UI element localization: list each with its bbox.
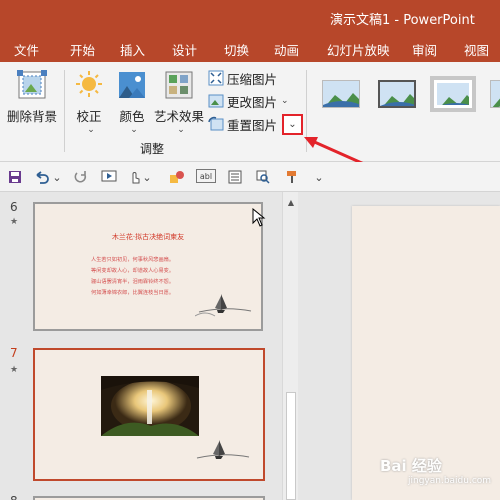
picture-style-preview: [322, 80, 360, 108]
remove-background-icon: [17, 70, 47, 99]
change-picture-label: 更改图片: [227, 94, 278, 110]
reset-picture-button[interactable]: 重置图片: [208, 114, 277, 134]
reset-picture-icon: [208, 116, 224, 131]
picture-style-preview: [490, 80, 500, 108]
poem-line: 等闲变却故人心，却道故人心易变。: [91, 268, 175, 274]
ribbon-picture-format: 删除背景 校正 ⌄ 颜色 ⌄ 艺术效果 ⌄ 压缩图片 更改图片 ⌄ 重置图片 调…: [0, 62, 500, 162]
mountain-icon: [491, 81, 500, 107]
poem-line: 何如薄幸锦衣郎，比翼连枝当日愿。: [91, 290, 175, 296]
compress-icon: [208, 70, 224, 86]
poem-line: 人生若只如初见，何事秋风悲画扇。: [91, 257, 175, 263]
slide-star-icon: ★: [10, 217, 19, 227]
slide-number: 7: [10, 346, 18, 360]
mouse-cursor-icon: [252, 208, 266, 227]
picture-style-preview: [434, 80, 472, 108]
slide-editor: [300, 192, 500, 500]
artistic-effects-button[interactable]: 艺术效果 ⌄: [152, 68, 206, 135]
window-title: 演示文稿1 - PowerPoint: [330, 13, 475, 28]
format-painter-icon[interactable]: [284, 169, 302, 185]
poem-line: 骊山语罢清宵半，泪雨霖铃终不怨。: [91, 279, 175, 285]
textbox-icon[interactable]: abl: [196, 169, 216, 183]
title-bar: 演示文稿1 - PowerPoint: [0, 0, 500, 34]
color-icon: [119, 72, 145, 98]
chevron-down-icon: ⌄: [177, 125, 185, 135]
chevron-down-icon: ⌄: [281, 96, 289, 106]
compress-pictures-button[interactable]: 压缩图片: [208, 68, 277, 88]
customize-toolbar-chevron-icon[interactable]: ⌄: [314, 169, 324, 185]
ink-boat-painting: [195, 294, 252, 317]
picture-style-4[interactable]: [486, 76, 500, 112]
change-picture-button[interactable]: 更改图片 ⌄: [208, 91, 289, 111]
scrollbar-thumb[interactable]: [286, 392, 296, 500]
poem-title: 木兰花·拟古决绝词柬友: [111, 233, 185, 241]
change-picture-icon: [208, 94, 224, 108]
compress-pictures-label: 压缩图片: [227, 71, 278, 87]
mountain-icon: [437, 83, 469, 105]
tab-animations[interactable]: 动画: [274, 40, 299, 59]
group-label-adjust: 调整: [140, 142, 165, 156]
remove-background-button[interactable]: 删除背景: [6, 68, 58, 125]
save-icon[interactable]: [6, 169, 24, 185]
artistic-effects-label: 艺术效果: [153, 109, 204, 124]
slide-thumbnail-8[interactable]: [33, 496, 265, 500]
tab-design[interactable]: 设计: [172, 40, 197, 59]
undo-icon[interactable]: [32, 169, 50, 185]
quick-access-toolbar: ⌄ ⌄ abl ⌄: [0, 162, 500, 192]
slideshow-icon[interactable]: [100, 169, 118, 185]
find-icon[interactable]: [254, 169, 272, 185]
layout-icon[interactable]: [226, 169, 244, 185]
scroll-up-arrow-icon[interactable]: ▲: [285, 196, 297, 208]
sun-icon: [76, 71, 102, 97]
tab-slideshow[interactable]: 幻灯片放映: [327, 40, 390, 59]
tab-transitions[interactable]: 切换: [224, 40, 249, 59]
mountain-icon: [380, 82, 414, 106]
remove-background-label: 删除背景: [6, 109, 57, 124]
color-button[interactable]: 颜色 ⌄: [114, 68, 150, 135]
undo-dropdown-chevron-icon[interactable]: ⌄: [52, 169, 62, 185]
thumbnail-scrollbar[interactable]: ▲: [282, 192, 298, 500]
slide-thumbnail-7[interactable]: [33, 348, 265, 481]
slide-number: 8: [10, 494, 18, 500]
ribbon-tabs: 文件 开始 插入 设计 切换 动画 幻灯片放映 审阅 视图: [0, 34, 500, 62]
touch-dropdown-chevron-icon[interactable]: ⌄: [142, 169, 152, 185]
corrections-button[interactable]: 校正 ⌄: [70, 68, 108, 135]
slide-thumbnail-6[interactable]: 木兰花·拟古决绝词柬友 人生若只如初见，何事秋风悲画扇。 等闲变却故人心，却道故…: [33, 202, 263, 331]
picture-style-3[interactable]: [430, 76, 476, 112]
corrections-label: 校正: [76, 109, 102, 124]
tab-home[interactable]: 开始: [70, 40, 95, 59]
slide-thumbnail-panel: 6 ★ 木兰花·拟古决绝词柬友 人生若只如初见，何事秋风悲画扇。 等闲变却故人心…: [0, 192, 280, 500]
picture-style-preview: [378, 80, 416, 108]
tab-review[interactable]: 审阅: [412, 40, 437, 59]
baidu-watermark: Bai 经验: [380, 457, 442, 475]
color-label: 颜色: [119, 109, 145, 124]
chevron-down-icon: ⌄: [87, 125, 95, 135]
shapes-icon[interactable]: [168, 169, 186, 185]
tab-view[interactable]: 视图: [464, 40, 489, 59]
slide-number: 6: [10, 200, 18, 214]
baidu-watermark-url: jingyan.baidu.com: [408, 476, 492, 486]
chevron-down-icon: ⌄: [130, 125, 138, 135]
cave-waterfall-picture: [101, 376, 199, 436]
tab-insert[interactable]: 插入: [120, 40, 145, 59]
divider: [64, 70, 65, 152]
redo-icon[interactable]: [72, 169, 90, 185]
reset-picture-label: 重置图片: [227, 117, 278, 133]
mountain-icon: [323, 81, 359, 107]
picture-style-1[interactable]: [318, 76, 364, 112]
tab-file[interactable]: 文件: [14, 40, 39, 59]
slide-star-icon: ★: [10, 365, 19, 375]
ink-boat-painting: [196, 440, 250, 459]
picture-style-2[interactable]: [374, 76, 420, 112]
artistic-effects-icon: [165, 71, 193, 99]
